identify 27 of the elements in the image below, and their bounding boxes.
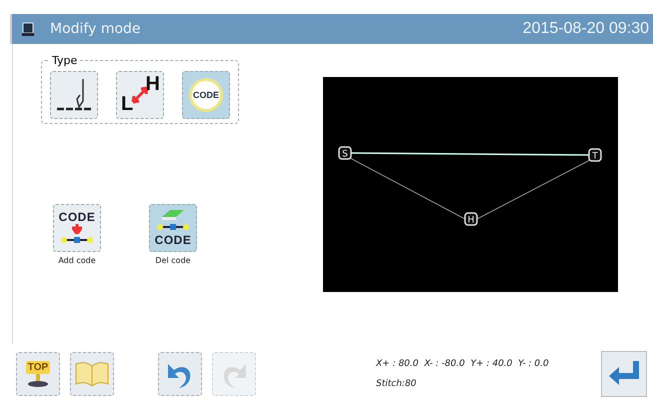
delete-code-caption: Del code <box>155 256 191 265</box>
date-time: 2015-08-20 09:30 <box>522 20 649 38</box>
arrow-down-icon <box>72 224 82 234</box>
low-high-button[interactable]: L H <box>116 71 164 119</box>
needle-icon <box>55 77 93 113</box>
pattern-node: T <box>588 148 602 162</box>
enter-button[interactable] <box>601 351 647 397</box>
code-button[interactable]: CODE <box>182 71 230 119</box>
stitch-count: Stitch:80 <box>376 379 418 389</box>
open-book-icon <box>75 361 109 387</box>
top-button[interactable]: TOP <box>16 352 60 396</box>
delete-code-button[interactable]: CODE <box>149 204 197 252</box>
needle-stitch-button[interactable] <box>50 71 98 119</box>
window-title: Modify mode <box>50 21 142 37</box>
add-code-button[interactable]: CODE <box>53 204 101 252</box>
monitor-icon <box>22 22 34 36</box>
pattern-node: S <box>338 146 352 160</box>
pattern-node: H <box>464 212 478 226</box>
limits-readout: X+ : 80.0 X- : -80.0 Y+ : 40.0 Y- : 0.0 <box>376 359 550 369</box>
add-code-caption: Add code <box>58 256 96 265</box>
stitch-link-icon <box>61 234 93 246</box>
undo-button[interactable] <box>158 352 202 396</box>
type-label: Type <box>51 54 78 67</box>
eraser-icon <box>160 209 186 221</box>
signpost-base-icon <box>26 374 50 388</box>
stitch-link-icon <box>157 221 189 233</box>
manual-button[interactable] <box>70 352 114 396</box>
